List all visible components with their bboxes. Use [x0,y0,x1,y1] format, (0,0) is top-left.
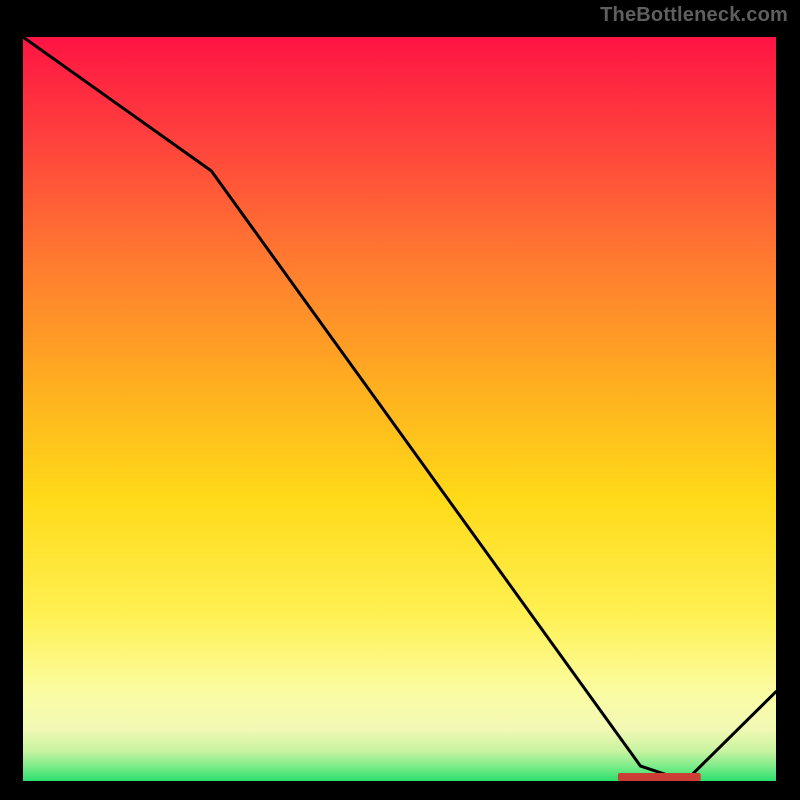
plot-area [23,37,776,781]
chart-frame: TheBottleneck.com [0,0,800,800]
attribution-text: TheBottleneck.com [600,4,788,27]
gradient-background [23,37,776,781]
chart-svg [23,37,776,781]
plot-border [14,28,786,792]
optimum-marker [618,773,701,781]
